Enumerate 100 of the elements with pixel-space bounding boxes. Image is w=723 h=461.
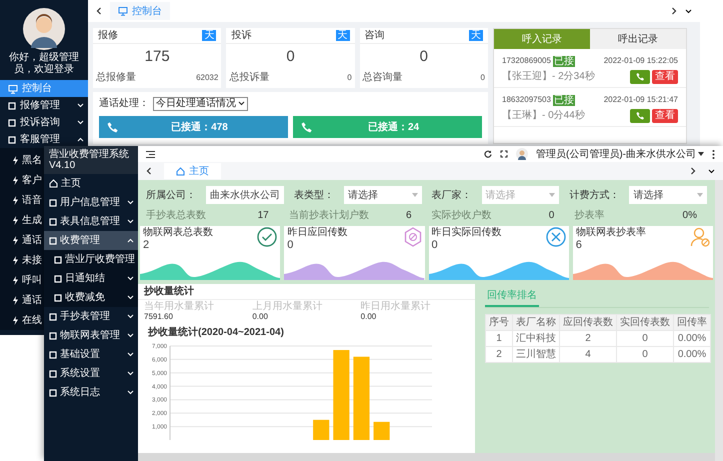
sidebar-subitem[interactable]: 未接	[12, 250, 42, 270]
chevron-right-icon[interactable]	[671, 7, 677, 15]
table-cell: 0.00%	[674, 330, 710, 346]
refresh-icon[interactable]	[484, 150, 492, 158]
sidebar-item[interactable]: 用户信息管理	[44, 193, 138, 212]
table-cell: 汇中科技	[512, 330, 560, 346]
lightning-icon	[12, 296, 19, 304]
square-icon	[49, 236, 57, 244]
view-button[interactable]: 查看	[652, 108, 678, 122]
tab[interactable]: 呼出记录	[590, 29, 686, 49]
dropdown[interactable]: 今日处理通话情况	[153, 96, 248, 110]
total-label: 上月用水量累计	[252, 302, 324, 312]
period-badge: 天	[468, 30, 483, 41]
column-header: 实回传表数	[616, 314, 674, 330]
sidebar-subitem[interactable]: 客户	[12, 170, 42, 190]
total-label: 总报修量	[96, 70, 136, 85]
dropdown[interactable]: 请选择	[344, 186, 422, 204]
sidebar-subitem[interactable]: 语音	[12, 190, 42, 210]
sidebar-item[interactable]: 收费管理	[44, 231, 138, 250]
phone-icon	[636, 111, 644, 120]
chevron-left-icon[interactable]	[146, 167, 152, 175]
total-value: 7591.60	[144, 312, 174, 321]
dropdown[interactable]: 请选择	[629, 186, 708, 204]
call-button[interactable]	[630, 108, 650, 122]
square-icon	[54, 274, 62, 282]
caret-icon	[697, 193, 704, 197]
column-header: 序号	[486, 314, 512, 330]
column-header: 回传率	[674, 314, 710, 330]
fullscreen-icon[interactable]	[500, 150, 508, 158]
stat-label: 手抄表总表数	[146, 208, 206, 222]
table-cell: 1	[486, 330, 512, 346]
chevron-down-icon	[127, 200, 134, 205]
sidebar-item[interactable]: 投诉咨询	[0, 114, 88, 131]
square-icon	[49, 332, 57, 340]
phone-icon	[636, 72, 644, 81]
chevron-down-icon	[77, 120, 84, 125]
sidebar-subitem[interactable]: 营业厅收费管理	[44, 250, 138, 269]
call-detail: 【王琳】- 0分44秒	[502, 108, 586, 123]
chevron-down-icon	[127, 219, 134, 224]
sidebar-item[interactable]: 基础设置	[44, 345, 138, 364]
sidebar-subitem[interactable]: 日通知结	[44, 269, 138, 288]
card-value: 0	[287, 239, 294, 251]
input-field[interactable]: 曲来水供水公司	[206, 186, 284, 204]
square-icon	[49, 370, 57, 378]
chevron-down-icon	[127, 352, 134, 357]
bar	[374, 422, 390, 440]
period-badge: 天	[336, 30, 350, 41]
card-title: 报修	[98, 28, 118, 43]
sidebar-item[interactable]: 表具信息管理	[44, 212, 138, 231]
period-badge: 天	[202, 30, 216, 41]
total-value: 0	[347, 72, 352, 84]
chevron-right-icon[interactable]	[690, 167, 696, 175]
total-value: 0	[480, 72, 485, 84]
more-icon[interactable]	[712, 150, 715, 158]
call-time: 2022-01-09 15:22:05	[604, 55, 678, 67]
sidebar-item[interactable]: 系统设置	[44, 364, 138, 383]
stat-value: 17	[258, 208, 269, 222]
avatar-icon[interactable]	[516, 148, 528, 160]
caret-icon	[698, 152, 704, 156]
card-title: 物联网表总表数	[143, 227, 213, 239]
sidebar-subitem[interactable]: 通话	[12, 290, 42, 310]
lightning-icon	[12, 256, 19, 264]
sidebar-subitem[interactable]: 黑名	[12, 150, 42, 170]
sidebar-item[interactable]: 报修管理	[0, 97, 88, 114]
stat-value: 6	[406, 208, 412, 222]
sidebar-item[interactable]: 系统日志	[44, 383, 138, 402]
phone-number: 17320869005	[502, 55, 551, 67]
stat-value: 0	[548, 208, 554, 222]
menu-icon[interactable]	[146, 150, 155, 158]
card-title: 昨日应回传数	[287, 227, 348, 239]
card-value: 0	[432, 239, 439, 251]
sidebar-item[interactable]: 物联网表管理	[44, 326, 138, 345]
sidebar-subitem[interactable]: 生成	[12, 210, 42, 230]
sidebar-subitem[interactable]: 通话	[12, 230, 42, 250]
square-icon	[54, 256, 62, 264]
chevron-down-icon[interactable]	[685, 8, 692, 14]
sidebar-item[interactable]: 客服管理	[0, 131, 88, 148]
sidebar-item[interactable]: 主页	[44, 174, 138, 193]
sidebar-subitem[interactable]: 呼叫	[12, 270, 42, 290]
stat-value: 0	[285, 47, 296, 67]
chevron-left-icon[interactable]	[96, 7, 102, 15]
sidebar-item[interactable]: 手抄表管理	[44, 307, 138, 326]
view-button[interactable]: 查看	[652, 70, 678, 84]
monitor-icon	[118, 6, 128, 16]
card-title: 投诉	[231, 28, 252, 43]
call-button[interactable]	[630, 70, 650, 84]
chevron-down-icon[interactable]	[708, 168, 715, 174]
column-header: 表厂名称	[512, 314, 560, 330]
sidebar-subitem[interactable]: 在线	[12, 310, 42, 330]
bar	[313, 420, 330, 440]
sidebar-subitem[interactable]: 收费减免	[44, 288, 138, 307]
phone-icon	[301, 121, 313, 133]
field-label: 表类型：	[294, 188, 334, 202]
stat-value: 0	[418, 47, 429, 67]
table-cell: 2	[560, 330, 616, 346]
square-icon	[8, 118, 16, 126]
caret-icon	[549, 193, 556, 197]
table-cell: 0	[616, 330, 674, 346]
table-cell: 4	[560, 346, 616, 362]
app-title: 营业收费管理系统 V4.10	[44, 146, 138, 174]
